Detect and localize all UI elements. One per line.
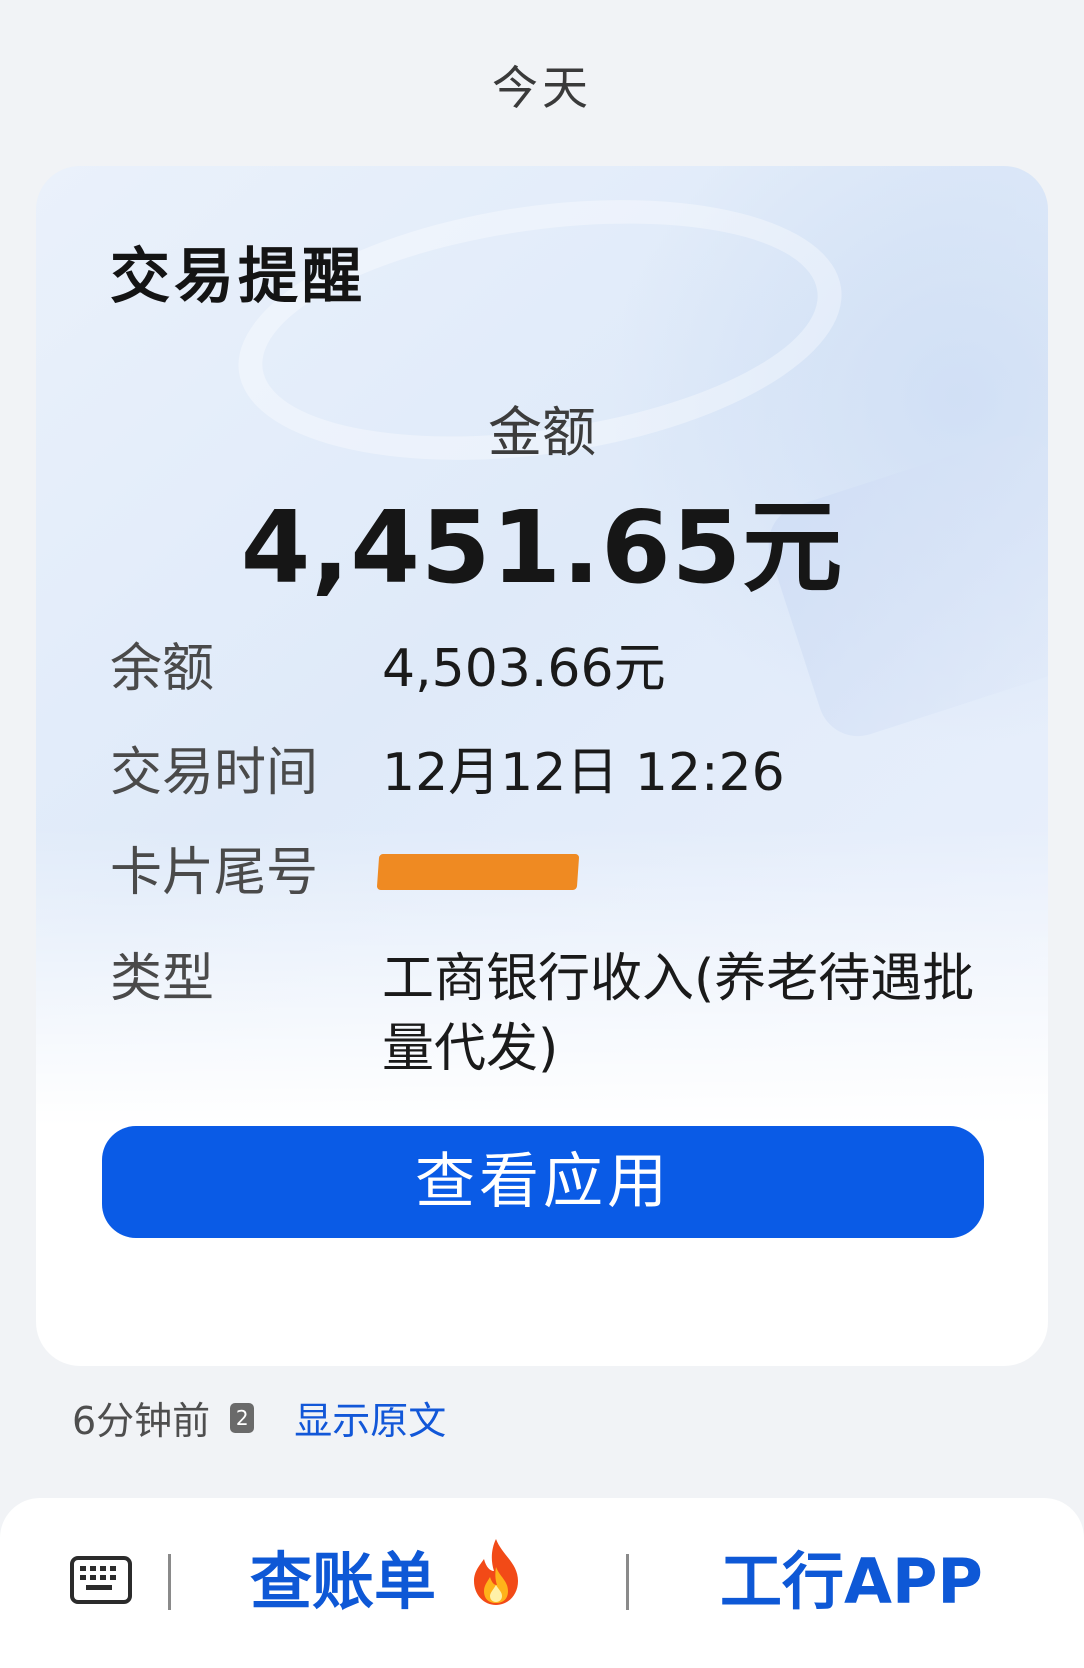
show-original-link[interactable]: 显示原文 <box>294 1390 446 1445</box>
transaction-alert-card: 交易提醒 金额 4,451.65元 余额 4,503.66元 交易时间 12月1… <box>36 166 1048 1366</box>
amount-value: 4,451.65元 <box>240 489 844 606</box>
transaction-time-value: 12月12日 12:26 <box>382 743 785 803</box>
check-bill-button[interactable]: 查账单 <box>250 1539 524 1622</box>
balance-value: 4,503.66元 <box>382 639 666 699</box>
check-bill-label: 查账单 <box>250 1545 437 1618</box>
balance-label: 余额 <box>110 639 215 699</box>
card-tail-redaction-mark <box>376 854 580 890</box>
message-meta: 6分钟前 2 显示原文 <box>72 1390 446 1445</box>
transaction-time-label: 交易时间 <box>110 743 319 803</box>
bottom-action-bar: 查账单 工行APP <box>0 1498 1084 1668</box>
bar-divider <box>626 1554 629 1610</box>
fire-icon <box>468 1537 524 1626</box>
time-ago-text: 6分钟前 <box>72 1399 211 1443</box>
card-title: 交易提醒 <box>110 242 366 312</box>
transaction-type-label: 类型 <box>110 949 215 1009</box>
transaction-type-value: 工商银行收入(养老待遇批量代发) <box>382 949 975 1079</box>
view-app-button[interactable]: 查看应用 <box>102 1126 984 1238</box>
date-divider-label: 今天 <box>492 61 592 115</box>
bar-divider <box>168 1554 171 1610</box>
keyboard-icon[interactable] <box>70 1556 132 1604</box>
icbc-app-button[interactable]: 工行APP <box>720 1542 983 1622</box>
sim-card-badge: 2 <box>230 1402 255 1433</box>
card-tail-label: 卡片尾号 <box>110 843 319 903</box>
amount-label: 金额 <box>488 401 596 464</box>
